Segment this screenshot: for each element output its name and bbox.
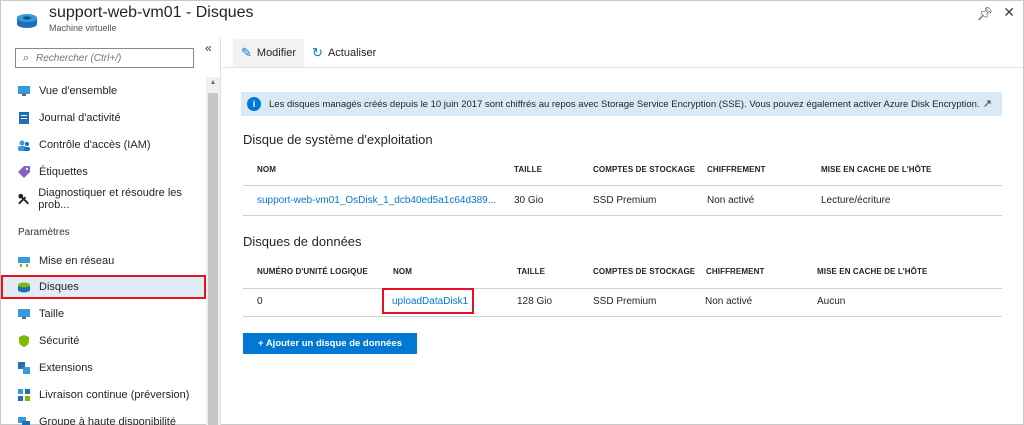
data-header-encryption: CHIFFREMENT <box>706 267 765 276</box>
data-header-caching: MISE EN CACHE DE L'HÔTE <box>817 267 928 276</box>
toolbar-divider <box>221 67 1023 68</box>
sidebar-item-overview[interactable]: Vue d'ensemble <box>1 79 206 103</box>
os-disk-name-link[interactable]: support-web-vm01_OsDisk_1_dcb40ed5a1c64d… <box>257 195 496 206</box>
iam-icon <box>18 140 30 151</box>
os-table-divider <box>243 185 1002 186</box>
sidebar-item-label: Extensions <box>39 362 93 374</box>
os-disk-encryption: Non activé <box>707 195 755 206</box>
sidebar-item-security[interactable]: Sécurité <box>1 329 206 353</box>
refresh-icon: ↻ <box>312 45 323 60</box>
blade-header: support-web-vm01 - Disques Machine virtu… <box>1 1 1023 37</box>
close-icon[interactable]: ✕ <box>1003 4 1015 21</box>
continuous-delivery-icon <box>18 389 30 401</box>
sidebar: ⌕ « ▲ Vue d'ensemble Journal d'activité … <box>1 37 221 425</box>
scroll-up-icon[interactable]: ▲ <box>206 79 220 86</box>
data-table-divider <box>243 288 1002 289</box>
os-header-storage: COMPTES DE STOCKAGE <box>593 165 696 174</box>
disk-icon <box>18 282 30 293</box>
external-link-icon[interactable]: ↗ <box>983 97 992 110</box>
data-disk-encryption: Non activé <box>705 296 753 307</box>
sidebar-item-label: Sécurité <box>39 335 80 347</box>
sidebar-scrollbar[interactable]: ▲ <box>206 77 220 425</box>
data-table-bottom-divider <box>243 316 1002 317</box>
os-header-encryption: CHIFFREMENT <box>707 165 766 174</box>
sidebar-item-label: Contrôle d'accès (IAM) <box>39 139 151 151</box>
availability-set-icon <box>18 417 30 425</box>
pencil-icon: ✎ <box>241 45 252 60</box>
sidebar-item-label: Étiquettes <box>39 166 88 178</box>
sidebar-item-label: Groupe à haute disponibilité <box>39 416 176 425</box>
add-data-disk-button[interactable]: + Ajouter un disque de données <box>243 333 417 354</box>
command-bar: ✎ Modifier ↻ Actualiser <box>233 39 384 67</box>
data-disk-caching: Aucun <box>817 296 846 307</box>
sidebar-item-iam[interactable]: Contrôle d'accès (IAM) <box>1 133 206 157</box>
sidebar-item-label: Taille <box>39 308 65 320</box>
page-subtitle: Machine virtuelle <box>49 23 117 33</box>
page-title: support-web-vm01 - Disques <box>49 4 254 21</box>
sidebar-item-continuous-delivery[interactable]: Livraison continue (préversion) <box>1 383 206 407</box>
activity-log-icon <box>19 112 29 124</box>
search-input[interactable] <box>36 52 186 64</box>
info-banner: i Les disques managés créés depuis le 10… <box>241 92 1002 116</box>
sidebar-item-availability-set[interactable]: Groupe à haute disponibilité <box>1 410 206 425</box>
os-header-caching: MISE EN CACHE DE L'HÔTE <box>821 165 932 174</box>
data-disks-section-title: Disques de données <box>243 234 362 249</box>
os-disk-section-title: Disque de système d'exploitation <box>243 132 433 147</box>
section-heading-settings: Paramètres <box>18 227 70 238</box>
wrench-icon <box>18 193 29 205</box>
data-disk-size: 128 Gio <box>517 296 553 307</box>
info-icon: i <box>247 97 261 111</box>
os-table-bottom-divider <box>243 215 1002 216</box>
os-header-name: NOM <box>257 165 276 174</box>
os-disk-storage: SSD Premium <box>593 195 657 206</box>
sidebar-item-extensions[interactable]: Extensions <box>1 356 206 380</box>
os-disk-caching: Lecture/écriture <box>821 195 891 206</box>
sidebar-item-disks[interactable]: Disques <box>1 275 206 299</box>
sidebar-item-networking[interactable]: Mise en réseau <box>1 249 206 273</box>
data-header-lun: NUMÉRO D'UNITÉ LOGIQUE <box>257 267 368 276</box>
sidebar-item-size[interactable]: Taille <box>1 302 206 326</box>
sidebar-item-label: Vue d'ensemble <box>39 85 118 97</box>
sidebar-item-diagnose[interactable]: Diagnostiquer et résoudre les prob... <box>1 187 206 211</box>
size-icon <box>18 309 30 319</box>
search-box[interactable]: ⌕ <box>15 48 194 68</box>
security-icon <box>19 335 29 347</box>
data-header-size: TAILLE <box>517 267 546 276</box>
refresh-button[interactable]: ↻ Actualiser <box>304 39 384 67</box>
network-icon <box>18 257 30 267</box>
data-header-name: NOM <box>393 267 412 276</box>
collapse-sidebar-icon[interactable]: « <box>205 41 212 55</box>
info-text: Les disques managés créés depuis le 10 j… <box>269 98 980 110</box>
data-disk-name-link[interactable]: uploadDataDisk1 <box>392 296 468 307</box>
vm-disk-icon <box>17 14 37 28</box>
data-header-storage: COMPTES DE STOCKAGE <box>593 267 696 276</box>
sidebar-item-label: Journal d'activité <box>39 112 121 124</box>
os-disk-size: 30 Gio <box>514 195 544 206</box>
edit-label: Modifier <box>256 47 297 59</box>
scroll-thumb[interactable] <box>208 93 218 425</box>
tag-icon <box>18 166 30 178</box>
data-disk-lun: 0 <box>257 296 263 307</box>
edit-button[interactable]: ✎ Modifier <box>233 39 305 67</box>
sidebar-item-label: Mise en réseau <box>39 255 115 267</box>
overview-icon <box>18 86 30 96</box>
pin-icon[interactable]: 📌︎ <box>976 6 993 22</box>
sidebar-item-label: Diagnostiquer et résoudre les prob... <box>38 187 182 211</box>
data-disk-storage: SSD Premium <box>593 296 657 307</box>
extensions-icon <box>18 362 30 374</box>
sidebar-item-activity-log[interactable]: Journal d'activité <box>1 106 206 130</box>
sidebar-item-tags[interactable]: Étiquettes <box>1 160 206 184</box>
refresh-label: Actualiser <box>327 47 377 59</box>
search-icon: ⌕ <box>22 51 30 64</box>
os-header-size: TAILLE <box>514 165 543 174</box>
sidebar-item-label: Livraison continue (préversion) <box>39 389 190 401</box>
sidebar-item-label: Disques <box>39 281 79 293</box>
